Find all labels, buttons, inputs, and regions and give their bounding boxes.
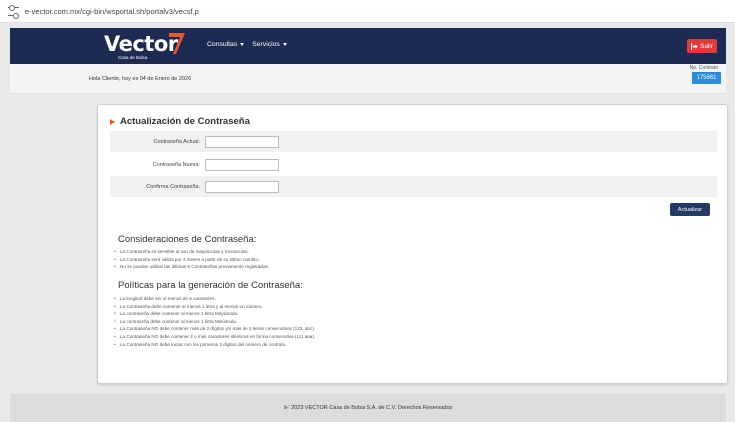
greeting-text: Hola Cliente, hoy es 04 de Enero de 2026 xyxy=(89,76,192,82)
confirm-password-label: Confirma Contraseña: xyxy=(146,183,200,190)
policies-heading: Políticas para la generación de Contrase… xyxy=(118,280,303,291)
list-item: La Contraseña NO debe contener 2 o más c… xyxy=(114,333,315,341)
menu-consultas-label: Consultas xyxy=(207,41,238,48)
considerations-list: La Contraseña es sensible al uso de mayú… xyxy=(114,248,269,271)
chevron-down-icon xyxy=(240,43,245,46)
password-update-card: Actualización de Contraseña Contraseña A… xyxy=(97,104,728,384)
list-item: No se pueden utilizar las últimas 5 Cont… xyxy=(114,263,269,271)
top-header: Vector Casa de Bolsa Consultas Servicios… xyxy=(10,28,726,64)
list-item: La longitud debe ser al menos de 6 carac… xyxy=(114,295,315,303)
list-item: La Contraseña será válida por 4 meses a … xyxy=(114,256,269,264)
new-password-row: Contraseña Nueva: xyxy=(110,154,717,175)
contract-number-badge: 175861 xyxy=(692,72,721,84)
logout-button[interactable]: Salir xyxy=(687,39,717,53)
current-password-row: Contraseña Actual: xyxy=(110,131,717,152)
current-password-label: Contraseña Actual: xyxy=(153,138,200,145)
logout-label: Salir xyxy=(699,42,713,50)
chevron-down-icon xyxy=(282,43,287,46)
site-settings-icon[interactable] xyxy=(8,4,19,19)
menu-servicios-label: Servicios xyxy=(252,41,280,48)
logo-subtext: Casa de Bolsa xyxy=(118,55,148,60)
page-footer: â-' 2023 VECTOR Casa de Bolsa S.A. de C.… xyxy=(10,394,726,422)
list-item: La Contraseña NO debe contener más de 2 … xyxy=(114,325,315,333)
update-button[interactable]: Actualizar xyxy=(670,203,710,216)
menu-servicios[interactable]: Servicios xyxy=(252,41,287,48)
main-menu: Consultas Servicios xyxy=(207,41,287,48)
list-item: La contraseña debe contener al menos 1 l… xyxy=(114,310,315,318)
logout-icon xyxy=(690,42,698,50)
greeting-bar: Hola Cliente, hoy es 04 de Enero de 2026… xyxy=(10,64,726,94)
copyright-text: â-' 2023 VECTOR Casa de Bolsa S.A. de C.… xyxy=(283,405,453,411)
new-password-input[interactable] xyxy=(205,158,279,171)
confirm-password-input[interactable] xyxy=(205,180,279,193)
policies-list: La longitud debe ser al menos de 6 carac… xyxy=(114,295,315,348)
logo-seven-icon xyxy=(169,33,185,54)
title-arrow-icon xyxy=(110,118,115,125)
confirm-password-row: Confirma Contraseña: xyxy=(110,176,717,197)
logo-wordmark: Vector xyxy=(104,32,178,56)
considerations-heading: Consideraciones de Contraseña: xyxy=(118,234,257,245)
vector-logo[interactable]: Vector Casa de Bolsa xyxy=(104,32,186,60)
url-text[interactable]: e-vector.com.mx/cgi-bin/wsportal.sh/port… xyxy=(25,7,199,16)
list-item: La Contraseña es sensible al uso de mayú… xyxy=(114,248,269,256)
contract-label: No. Contrato xyxy=(689,65,718,71)
list-item: La Contraseña NO debe iniciar con los pr… xyxy=(114,341,315,349)
current-password-input[interactable] xyxy=(205,135,279,148)
browser-url-bar[interactable]: e-vector.com.mx/cgi-bin/wsportal.sh/port… xyxy=(0,0,735,23)
form-title-text: Actualización de Contraseña xyxy=(120,116,250,127)
menu-consultas[interactable]: Consultas xyxy=(207,41,245,48)
new-password-label: Contraseña Nueva: xyxy=(152,161,200,168)
list-item: La contraseña debe contener al menos 1 l… xyxy=(114,318,315,326)
list-item: La Contraseña debe contener al menos 1 l… xyxy=(114,303,315,311)
form-title: Actualización de Contraseña xyxy=(110,116,250,127)
